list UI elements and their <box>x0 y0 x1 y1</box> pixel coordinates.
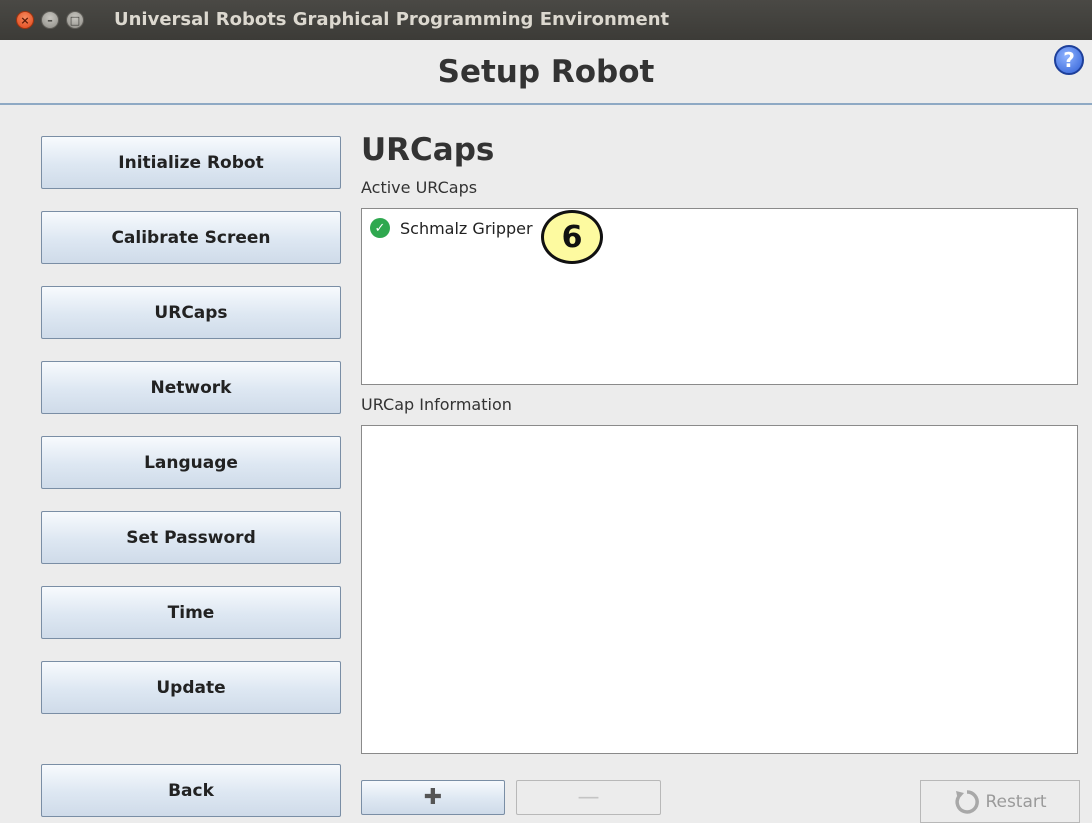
section-title: URCaps <box>361 132 495 168</box>
remove-urcap-button[interactable]: — <box>516 780 661 815</box>
list-item[interactable]: ✓ Schmalz Gripper <box>370 218 533 238</box>
urcap-name: Schmalz Gripper <box>400 218 533 238</box>
restart-label: Restart <box>985 791 1047 812</box>
restart-button[interactable]: Restart <box>920 780 1080 823</box>
plus-icon: ✚ <box>423 785 443 810</box>
urcap-information-label: URCap Information <box>361 395 512 414</box>
check-circle-icon: ✓ <box>370 218 390 238</box>
minus-icon: — <box>577 785 600 810</box>
window-close-button[interactable]: × <box>16 11 34 29</box>
add-urcap-button[interactable]: ✚ <box>361 780 505 815</box>
urcap-information-panel <box>361 425 1078 754</box>
sidebar-item-network[interactable]: Network <box>41 361 341 414</box>
maximize-icon: □ <box>69 13 81 27</box>
close-icon: × <box>20 13 30 27</box>
help-icon[interactable]: ? <box>1054 45 1084 75</box>
sidebar-item-set-password[interactable]: Set Password <box>41 511 341 564</box>
step-number-badge: 6 <box>541 210 603 264</box>
window-minimize-button[interactable]: – <box>41 11 59 29</box>
page-title: Setup Robot <box>437 54 655 90</box>
sidebar-item-initialize-robot[interactable]: Initialize Robot <box>41 136 341 189</box>
minimize-icon: – <box>47 13 53 27</box>
back-button[interactable]: Back <box>41 764 341 817</box>
window-title: Universal Robots Graphical Programming E… <box>114 9 670 30</box>
window-titlebar: × – □ Universal Robots Graphical Program… <box>0 0 1092 40</box>
page-header: Setup Robot ? <box>0 40 1092 105</box>
restart-icon <box>955 789 980 814</box>
active-urcaps-list[interactable]: ✓ Schmalz Gripper <box>361 208 1078 385</box>
active-urcaps-label: Active URCaps <box>361 178 478 197</box>
sidebar-item-urcaps[interactable]: URCaps <box>41 286 341 339</box>
sidebar-item-language[interactable]: Language <box>41 436 341 489</box>
sidebar-item-calibrate-screen[interactable]: Calibrate Screen <box>41 211 341 264</box>
sidebar-item-update[interactable]: Update <box>41 661 341 714</box>
window-maximize-button[interactable]: □ <box>66 11 84 29</box>
sidebar-item-time[interactable]: Time <box>41 586 341 639</box>
